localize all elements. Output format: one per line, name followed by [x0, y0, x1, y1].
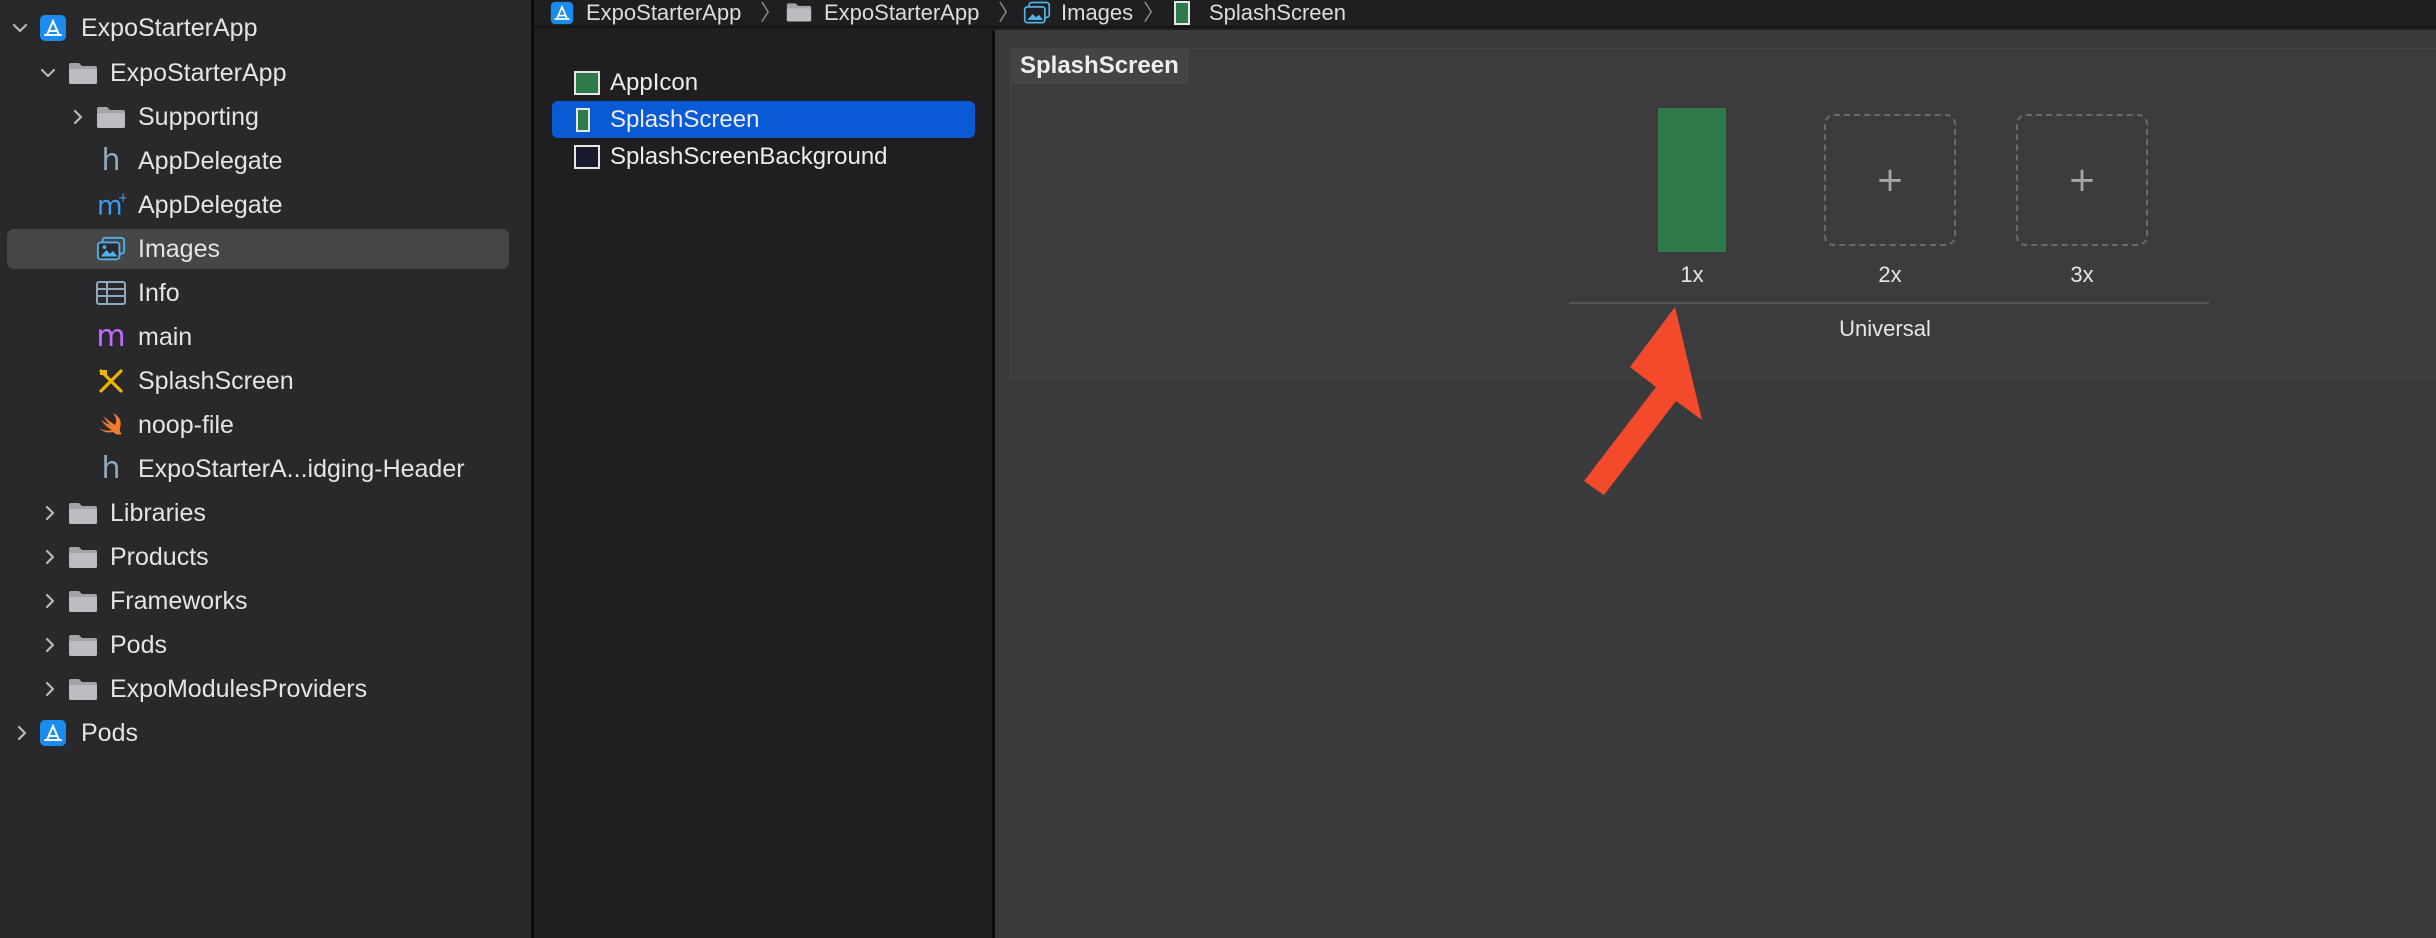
header-file-icon: h [101, 143, 121, 178]
nav-item-label: ExpoStarterApp [110, 59, 287, 87]
slot-2x-drop-target[interactable]: + [1824, 114, 1956, 246]
asset-item-splashscreen[interactable]: SplashScreen [552, 101, 975, 138]
slot-1x-label: 1x [1680, 262, 1704, 287]
asset-catalog-icon [1023, 1, 1051, 30]
chevron-right-icon[interactable] [40, 635, 60, 655]
nav-item-pods-project[interactable]: Pods [0, 713, 531, 753]
asset-list: AppIcon SplashScreen SplashScreenBackgro… [534, 30, 992, 938]
chevron-right-icon[interactable] [40, 547, 60, 567]
jump-bar: ExpoStarterApp 〉 ExpoStarterApp 〉 Images… [534, 0, 2436, 28]
breadcrumb-separator: 〉 [760, 0, 783, 25]
nav-item-label: ExpoStarterA...idging-Header [138, 455, 465, 483]
nav-item-libraries[interactable]: Libraries [0, 493, 531, 533]
nav-item-label: main [138, 323, 193, 351]
nav-item-supporting[interactable]: Supporting [0, 97, 531, 137]
group-divider [1569, 302, 2209, 304]
nav-item-project-root[interactable]: ExpoStarterApp [0, 8, 531, 48]
breadcrumb-project[interactable]: ExpoStarterApp [586, 0, 741, 26]
nav-item-bridging-header[interactable]: h ExpoStarterA...idging-Header [0, 449, 531, 489]
header-file-icon: h [101, 451, 121, 486]
app-project-icon [38, 719, 68, 747]
breadcrumb-separator: 〉 [998, 0, 1021, 25]
asset-item-splashscreenbackground[interactable]: SplashScreenBackground [552, 138, 975, 175]
asset-item-label: SplashScreen [610, 106, 760, 133]
nav-item-splashscreen-storyboard[interactable]: SplashScreen [0, 361, 531, 401]
nav-item-frameworks[interactable]: Frameworks [0, 581, 531, 621]
nav-item-label: Info [138, 279, 180, 307]
nav-item-expomodulesproviders[interactable]: ExpoModulesProviders [0, 669, 531, 709]
nav-item-label: SplashScreen [138, 367, 294, 395]
universal-label: Universal [1839, 316, 1931, 341]
chevron-down-icon[interactable] [10, 18, 30, 38]
asset-editor: SplashScreen + + 1x 2x 3x Universal [995, 30, 2436, 938]
plus-icon: + [1875, 160, 1905, 200]
nav-item-pods-folder[interactable]: Pods [0, 625, 531, 665]
nav-item-images[interactable]: Images [0, 229, 531, 269]
nav-item-label: Pods [81, 719, 138, 747]
chevron-down-icon[interactable] [38, 63, 58, 83]
annotation-arrow-icon [1584, 307, 1702, 495]
nav-item-label: Products [110, 543, 209, 571]
nav-item-label: noop-file [138, 411, 234, 439]
nav-item-label: Libraries [110, 499, 206, 527]
nav-item-appdelegate-mm[interactable]: m+ AppDelegate [0, 185, 531, 225]
nav-item-label: Supporting [138, 103, 259, 131]
app-icon-set-icon [574, 71, 600, 95]
image-set-title: SplashScreen [1010, 48, 1189, 84]
breadcrumb-group[interactable]: ExpoStarterApp [824, 0, 979, 26]
nav-item-appdelegate-h[interactable]: h AppDelegate [0, 141, 531, 181]
nav-item-app-folder[interactable]: ExpoStarterApp [0, 53, 531, 93]
slot-3x-drop-target[interactable]: + [2016, 114, 2148, 246]
chevron-right-icon[interactable] [12, 723, 32, 743]
breadcrumb-separator: 〉 [1143, 0, 1166, 25]
breadcrumb-asset-catalog[interactable]: Images [1061, 0, 1133, 26]
folder-icon [68, 675, 98, 703]
swift-icon [96, 411, 126, 439]
breadcrumb-image-set[interactable]: SplashScreen [1209, 0, 1346, 26]
nav-item-label: ExpoModulesProviders [110, 675, 368, 703]
objc-m-file-icon: m [96, 319, 126, 354]
folder-icon [96, 103, 126, 131]
image-set-icon [1174, 1, 1190, 30]
slot-2x-label: 2x [1878, 262, 1902, 287]
color-set-icon [574, 145, 600, 169]
nav-item-products[interactable]: Products [0, 537, 531, 577]
app-project-icon [38, 14, 68, 42]
slot-1x-image[interactable] [1658, 108, 1726, 252]
folder-icon [68, 587, 98, 615]
nav-item-label: AppDelegate [138, 191, 283, 219]
nav-item-label: Images [138, 235, 220, 263]
slot-3x-label: 3x [2070, 262, 2094, 287]
nav-item-info[interactable]: Info [0, 273, 531, 313]
plus-icon: + [2067, 160, 2097, 200]
chevron-right-icon[interactable] [40, 503, 60, 523]
nav-item-label: AppDelegate [138, 147, 283, 175]
folder-icon [68, 499, 98, 527]
nav-item-main[interactable]: m main [0, 317, 531, 357]
asset-catalog-icon [96, 235, 126, 263]
asset-item-label: AppIcon [610, 69, 699, 96]
nav-item-label: Pods [110, 631, 167, 659]
image-set-icon [574, 108, 600, 132]
app-project-icon [550, 1, 574, 30]
project-navigator: ExpoStarterApp ExpoStarterApp Supporting… [0, 0, 531, 938]
storyboard-icon [96, 367, 126, 395]
folder-icon [68, 543, 98, 571]
asset-item-appicon[interactable]: AppIcon [552, 64, 975, 101]
nav-item-label: ExpoStarterApp [81, 14, 258, 42]
plist-icon [96, 279, 126, 307]
nav-item-label: Frameworks [110, 587, 248, 615]
chevron-right-icon[interactable] [40, 591, 60, 611]
folder-icon [68, 631, 98, 659]
objc-file-icon: m+ [96, 191, 126, 219]
svg-text:+: + [118, 191, 126, 206]
chevron-right-icon[interactable] [40, 679, 60, 699]
nav-item-noop-file[interactable]: noop-file [0, 405, 531, 445]
xcode-window: ExpoStarterApp ExpoStarterApp Supporting… [0, 0, 2436, 938]
chevron-right-icon[interactable] [68, 107, 88, 127]
folder-icon [786, 1, 812, 28]
folder-icon [68, 59, 98, 87]
asset-item-label: SplashScreenBackground [610, 143, 888, 170]
